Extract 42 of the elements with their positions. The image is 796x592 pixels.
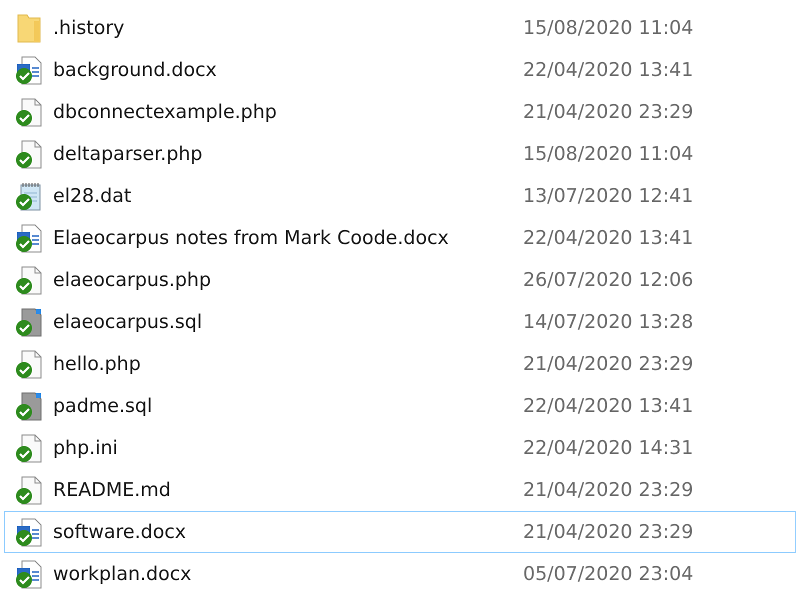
date-modified: 22/04/2020 14:31: [523, 437, 694, 459]
date-modified: 22/04/2020 13:41: [523, 59, 694, 81]
date-modified: 14/07/2020 13:28: [523, 311, 694, 333]
file-name[interactable]: padme.sql: [53, 395, 523, 417]
file-name[interactable]: README.md: [53, 479, 523, 501]
file-name[interactable]: background.docx: [53, 59, 523, 81]
file-name[interactable]: elaeocarpus.php: [53, 269, 523, 291]
file-name[interactable]: php.ini: [53, 437, 523, 459]
file-name[interactable]: deltaparser.php: [53, 143, 523, 165]
date-modified: 13/07/2020 12:41: [523, 185, 694, 207]
date-modified: 21/04/2020 23:29: [523, 479, 694, 501]
file-row[interactable]: workplan.docx 05/07/2020 23:04: [4, 553, 796, 592]
file-row[interactable]: .history 15/08/2020 11:04: [4, 7, 796, 49]
date-modified: 21/04/2020 23:29: [523, 353, 694, 375]
date-modified: 22/04/2020 13:41: [523, 227, 694, 249]
focused-row[interactable]: software.docx 21/04/2020 23:29: [4, 511, 796, 553]
file-name[interactable]: workplan.docx: [53, 563, 523, 585]
file-row[interactable]: deltaparser.php 15/08/2020 11:04: [4, 133, 796, 175]
date-modified: 05/07/2020 23:04: [523, 563, 694, 585]
file-row[interactable]: hello.php 21/04/2020 23:29: [4, 343, 796, 385]
date-modified: 21/04/2020 23:29: [523, 101, 694, 123]
file-name[interactable]: .history: [53, 17, 523, 39]
file-row[interactable]: background.docx 22/04/2020 13:41: [4, 49, 796, 91]
file-name[interactable]: dbconnectexample.php: [53, 101, 523, 123]
date-modified: 15/08/2020 11:04: [523, 17, 694, 39]
file-row[interactable]: elaeocarpus.php 26/07/2020 12:06: [4, 259, 796, 301]
file-row[interactable]: padme.sql 22/04/2020 13:41: [4, 385, 796, 427]
file-row[interactable]: dbconnectexample.php 21/04/2020 23:29: [4, 91, 796, 133]
file-name[interactable]: Elaeocarpus notes from Mark Coode.docx: [53, 227, 523, 249]
file-row[interactable]: Elaeocarpus notes from Mark Coode.docx 22/04/2020 13:41: [4, 217, 796, 259]
file-name[interactable]: software.docx: [53, 521, 523, 543]
file-row[interactable]: elaeocarpus.sql 14/07/2020 13:28: [4, 301, 796, 343]
date-modified: 22/04/2020 13:41: [523, 395, 694, 417]
date-modified: 21/04/2020 23:29: [523, 521, 694, 543]
date-modified: 26/07/2020 12:06: [523, 269, 694, 291]
file-name[interactable]: hello.php: [53, 353, 523, 375]
file-name[interactable]: elaeocarpus.sql: [53, 311, 523, 333]
file-row[interactable]: el28.dat 13/07/2020 12:41: [4, 175, 796, 217]
file-name[interactable]: el28.dat: [53, 185, 523, 207]
file-row[interactable]: php.ini 22/04/2020 14:31: [4, 427, 796, 469]
date-modified: 15/08/2020 11:04: [523, 143, 694, 165]
file-row[interactable]: README.md 21/04/2020 23:29: [4, 469, 796, 511]
